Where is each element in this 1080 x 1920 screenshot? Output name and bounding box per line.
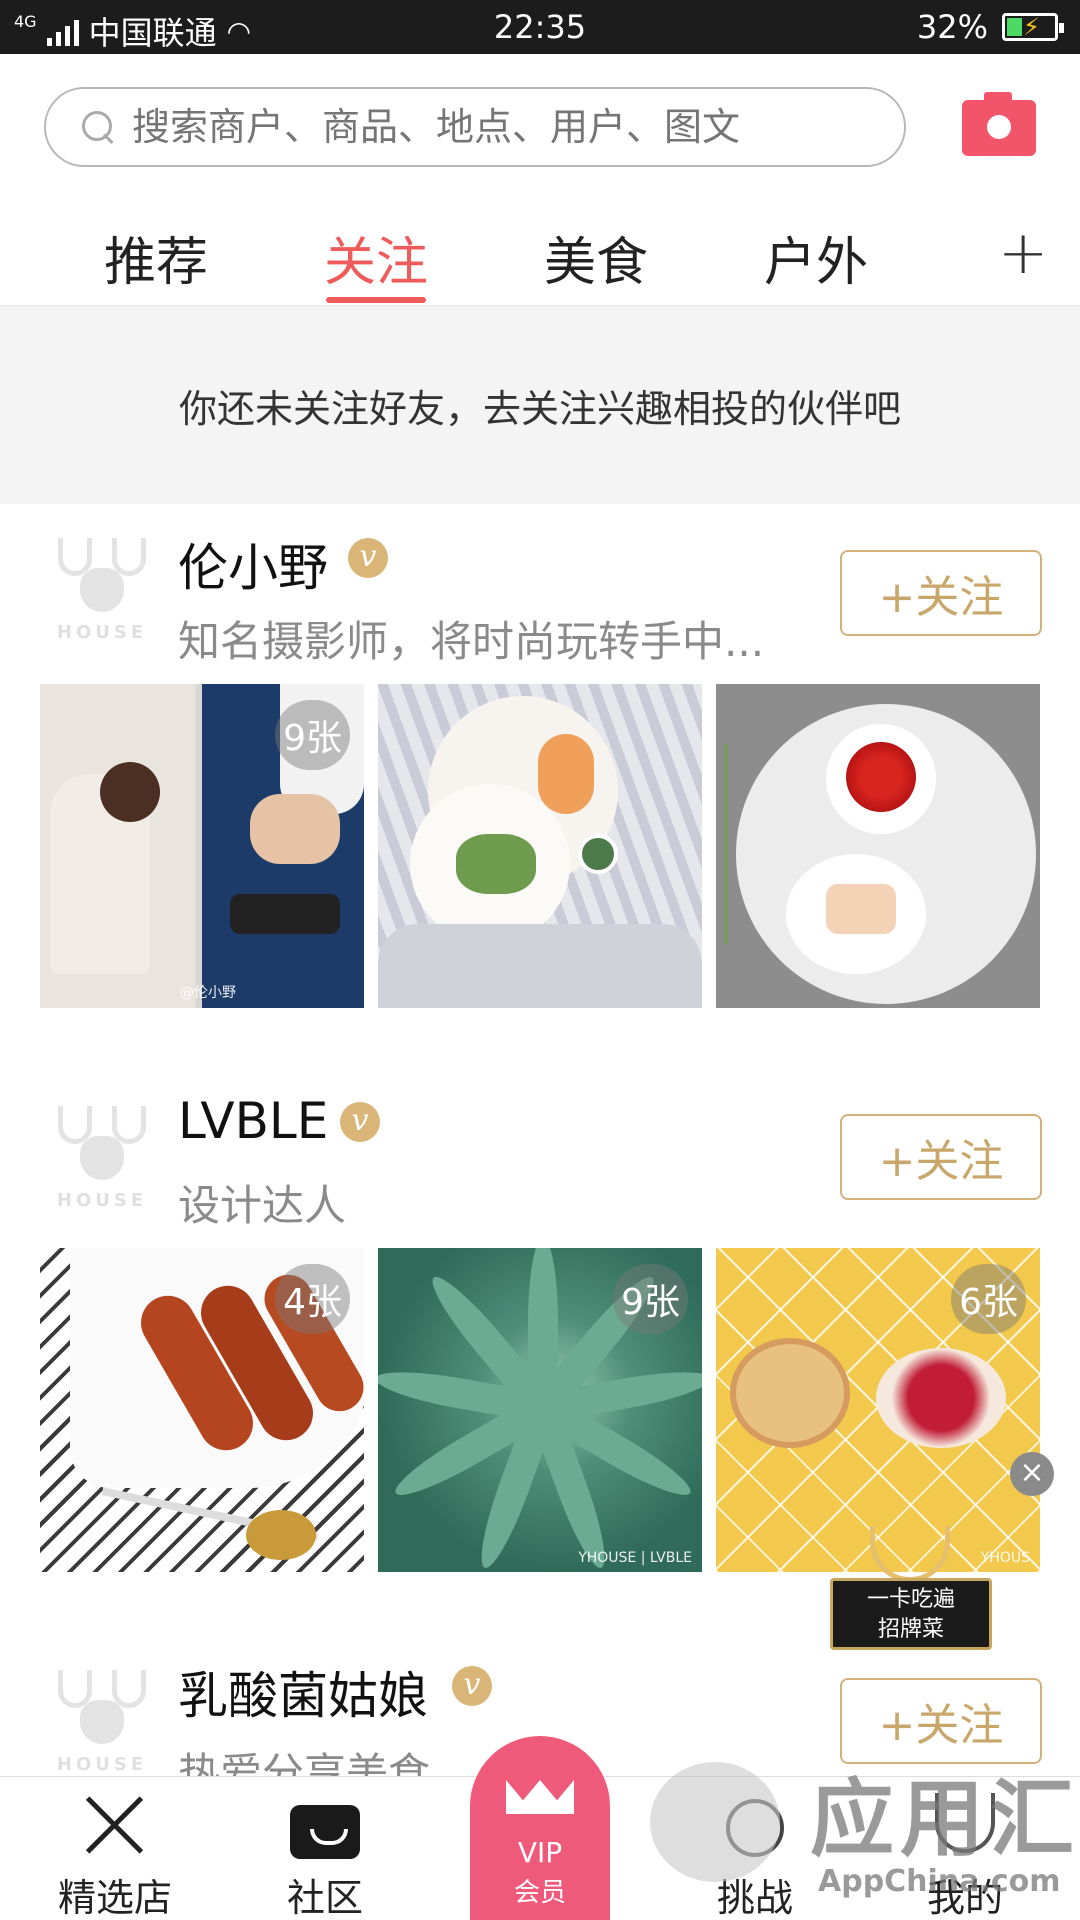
photo-watermark: YHOUSE | LVBLE (578, 1550, 692, 1566)
follow-button[interactable]: +关注 (840, 550, 1042, 636)
battery-percent: 32% (916, 8, 988, 46)
post-photo[interactable] (378, 684, 702, 1008)
tab-outdoor[interactable]: 户外 (764, 220, 868, 295)
vip-member-button[interactable]: VIP 会员 (470, 1736, 610, 1920)
tv-icon (290, 1805, 360, 1859)
post-photo[interactable]: 6张 YHOUS (716, 1248, 1040, 1572)
tab-recommend[interactable]: 推荐 (104, 220, 208, 295)
avatar[interactable]: HOUSE (52, 1670, 152, 1775)
camera-icon[interactable] (962, 92, 1036, 156)
user-name[interactable]: 伦小野 (178, 528, 328, 600)
tab-following[interactable]: 关注 (324, 220, 428, 295)
user-card: HOUSE 伦小野 v 知名摄影师，将时尚玩转手中... +关注 9张 @伦小野 (0, 504, 1080, 1044)
user-name[interactable]: 乳酸菌姑娘 (178, 1656, 428, 1728)
photo-watermark: @伦小野 (180, 985, 236, 1001)
utensils-icon (80, 1787, 150, 1857)
add-tab-button[interactable]: + (998, 218, 1048, 288)
empty-following-notice: 你还未关注好友，去关注兴趣相投的伙伴吧 (0, 306, 1080, 504)
post-photo[interactable]: 9张 @伦小野 (40, 684, 364, 1008)
nav-featured-stores[interactable]: 精选店 (40, 1777, 190, 1920)
category-tabs: 推荐 关注 美食 户外 + (0, 200, 1080, 306)
status-bar: 4G 中国联通 ◠ 22:35 32% ⚡ (0, 0, 1080, 54)
crown-icon (506, 1780, 574, 1814)
close-promo-button[interactable]: × (1010, 1452, 1054, 1496)
verified-badge-icon: v (452, 1666, 492, 1706)
photo-count-badge: 9张 (613, 1264, 688, 1334)
search-bar[interactable] (44, 87, 906, 167)
tab-food[interactable]: 美食 (544, 220, 648, 295)
photo-count-badge: 9张 (275, 700, 350, 770)
vip-label: VIP (517, 1836, 563, 1869)
promo-line-1: 一卡吃遍 (866, 1587, 955, 1612)
user-description: 设计达人 (178, 1181, 347, 1230)
photo-count-badge: 6张 (951, 1264, 1026, 1334)
user-description: 热爱分享美食 (178, 1749, 431, 1776)
verified-badge-icon: v (348, 538, 388, 578)
battery-icon: ⚡ (1002, 13, 1064, 41)
avatar[interactable]: HOUSE (52, 1106, 152, 1211)
post-photo[interactable] (716, 684, 1040, 1008)
follow-button[interactable]: +关注 (840, 1114, 1042, 1200)
search-icon (82, 111, 114, 143)
user-name[interactable]: LVBLE (178, 1092, 328, 1150)
photo-watermark: YHOUS (980, 1550, 1030, 1566)
post-photo[interactable]: 4张 (40, 1248, 364, 1572)
search-input[interactable] (132, 105, 892, 149)
avatar[interactable]: HOUSE (52, 538, 152, 643)
vip-sub-label: 会员 (513, 1878, 566, 1908)
nav-community[interactable]: 社区 (250, 1777, 400, 1920)
active-tab-indicator (326, 297, 426, 303)
user-description: 知名摄影师，将时尚玩转手中... (178, 617, 765, 666)
photo-count-badge: 4张 (275, 1264, 350, 1334)
post-photo[interactable]: 9张 YHOUSE | LVBLE (378, 1248, 702, 1572)
page: 4G 中国联通 ◠ 22:35 32% ⚡ 推荐 关注 美食 户外 + 你还未关… (0, 0, 1080, 1920)
verified-badge-icon: v (340, 1102, 380, 1142)
appchina-watermark: 应用汇 AppChina.com (640, 1752, 1080, 1920)
